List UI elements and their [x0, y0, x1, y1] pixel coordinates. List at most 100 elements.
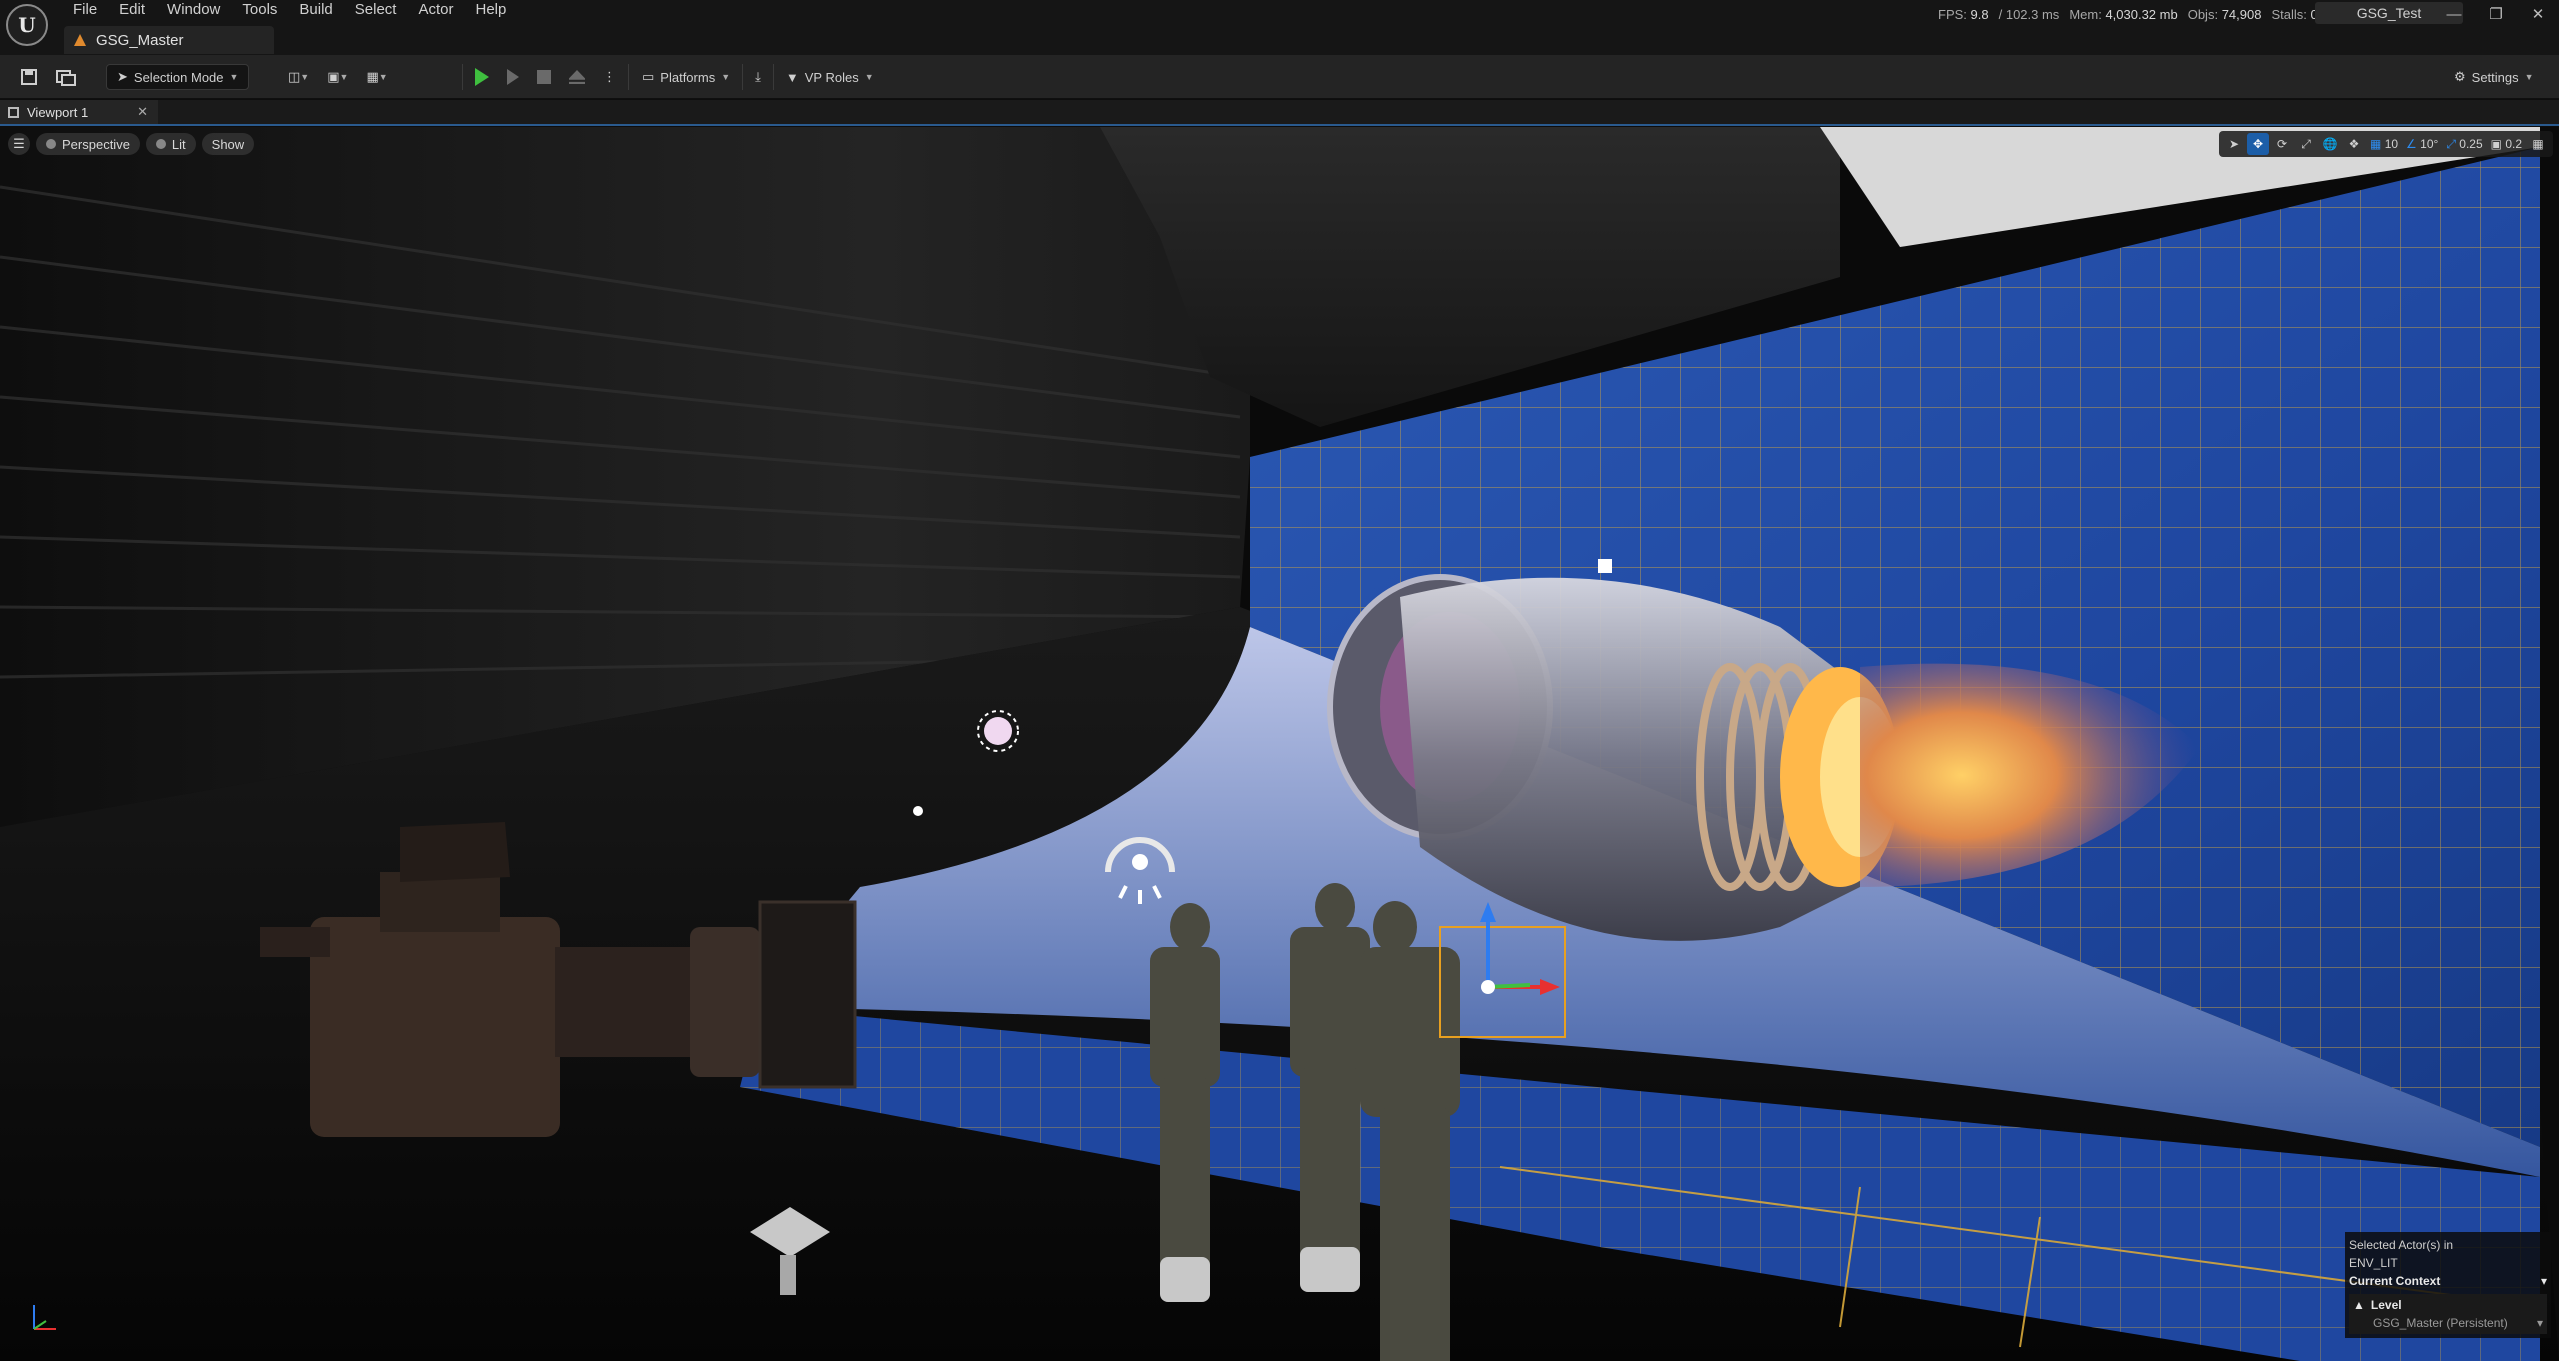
- level-tab-label: GSG_Master: [96, 31, 184, 49]
- selected-actor-label: Selected Actor(s) in: [2349, 1238, 2454, 1252]
- close-icon[interactable]: ✕: [2517, 0, 2559, 28]
- play-icon: [475, 68, 489, 86]
- platforms-icon: ▭: [642, 69, 655, 84]
- surface-snap-icon[interactable]: ❖: [2343, 133, 2365, 155]
- rotation-snap-button[interactable]: ∠ 10°: [2403, 133, 2441, 155]
- chevron-down-icon: ▼: [864, 72, 874, 82]
- lit-icon: [155, 139, 166, 149]
- minimize-icon[interactable]: —: [2433, 0, 2475, 28]
- level-icon: ▲: [2353, 1298, 2365, 1312]
- toolbar-divider: [742, 64, 744, 90]
- grid-snap-value: 10: [2384, 137, 2399, 151]
- vp-roles-dropdown[interactable]: ▼ VP Roles ▼: [780, 64, 880, 90]
- window-controls: — ❐ ✕: [2433, 0, 2559, 28]
- mem-stat: Mem: 4,030.32 mb: [2069, 7, 2178, 22]
- source-control-button[interactable]: ⤓: [749, 64, 767, 90]
- add-actor-icon: ◫: [288, 69, 301, 84]
- viewport-left-toolbar: ☰ Perspective Lit Show: [8, 133, 255, 155]
- save-button[interactable]: [14, 64, 44, 90]
- menu-edit[interactable]: Edit: [108, 0, 156, 20]
- level-document-tab[interactable]: GSG_Master: [64, 26, 274, 54]
- play-options-button[interactable]: ⋮: [597, 64, 622, 90]
- stop-button[interactable]: [531, 64, 557, 90]
- chevron-down-icon: ▼: [229, 72, 239, 82]
- scale-snap-button[interactable]: ⤢ 0.25: [2443, 133, 2485, 155]
- frame-ms-stat: / 102.3 ms: [1998, 7, 2060, 22]
- level-icon: [74, 34, 86, 46]
- level-label: Level: [2370, 1298, 2402, 1312]
- grid-snap-icon: ▦: [2370, 137, 2382, 151]
- menu-file[interactable]: File: [62, 0, 108, 20]
- world-space-icon[interactable]: 🌐: [2319, 133, 2341, 155]
- translate-icon[interactable]: ✥: [2247, 133, 2269, 155]
- scale-snap-value: 0.25: [2459, 137, 2483, 151]
- performance-stats: FPS: 9.8 / 102.3 ms Mem: 4,030.32 mb Obj…: [1938, 7, 2318, 22]
- rotate-icon[interactable]: ⟳: [2271, 133, 2293, 155]
- play-button[interactable]: [469, 64, 495, 90]
- scale-icon[interactable]: ⤢: [2295, 133, 2317, 155]
- selection-mode-dropdown[interactable]: ➤ Selection Mode ▼: [106, 64, 250, 90]
- content-browser-icon: [56, 70, 76, 86]
- selected-actor-layer: ENV_LIT: [2349, 1256, 2398, 1270]
- add-actor-button[interactable]: ◫ ▼: [282, 64, 315, 90]
- menu-help[interactable]: Help: [465, 0, 518, 20]
- hamburger-icon: ☰: [13, 136, 25, 151]
- select-mode-icon[interactable]: ➤: [2223, 133, 2245, 155]
- chevron-down-icon: ▼: [2524, 72, 2534, 82]
- perspective-button[interactable]: Perspective: [36, 133, 140, 155]
- viewport-tab-label: Viewport 1: [27, 104, 89, 120]
- level-viewport[interactable]: ☰ Perspective Lit Show ➤ ✥ ⟳ ⤢ 🌐 ❖ ▦ 10 …: [0, 127, 2559, 1361]
- lit-label: Lit: [171, 136, 186, 152]
- lit-button[interactable]: Lit: [145, 133, 196, 155]
- cinematics-button[interactable]: ▦ ▼: [360, 64, 393, 90]
- selection-mode-label: Selection Mode: [133, 69, 224, 85]
- step-icon: [507, 69, 519, 85]
- axis-indicator: [33, 1305, 56, 1330]
- vp-roles-icon: ▼: [785, 69, 799, 85]
- eject-icon: [569, 70, 585, 84]
- grid-snap-button[interactable]: ▦ 10: [2367, 133, 2401, 155]
- show-button[interactable]: Show: [201, 133, 255, 155]
- chevron-down-icon: ▾: [2536, 1316, 2543, 1330]
- content-browser-button[interactable]: [50, 64, 82, 90]
- menu-build[interactable]: Build: [288, 0, 343, 20]
- current-context-dropdown[interactable]: Current Context ▾: [2349, 1272, 2547, 1290]
- chevron-down-icon: ▼: [300, 72, 310, 82]
- viewport-menu-button[interactable]: ☰: [8, 133, 30, 155]
- gear-icon: ⚙: [2454, 69, 2466, 84]
- settings-label: Settings: [2471, 69, 2519, 85]
- blueprint-icon: ▣: [327, 69, 340, 84]
- restore-icon[interactable]: ❐: [2475, 0, 2517, 28]
- advance-frame-button[interactable]: [501, 64, 525, 90]
- perspective-label: Perspective: [62, 136, 130, 152]
- title-bar: U File Edit Window Tools Build Select Ac…: [0, 0, 2559, 55]
- blueprint-button[interactable]: ▣ ▼: [321, 64, 354, 90]
- camera-speed-button[interactable]: ▣ 0.2: [2488, 133, 2525, 155]
- settings-dropdown[interactable]: ⚙ Settings ▼: [2448, 64, 2540, 90]
- chevron-down-icon: ▼: [378, 72, 388, 82]
- main-toolbar: ➤ Selection Mode ▼ ◫ ▼ ▣ ▼ ▦ ▼ ⋮ ▭ Platform…: [0, 55, 2559, 99]
- clapper-icon: ▦: [366, 69, 379, 84]
- main-menu: File Edit Window Tools Build Select Acto…: [62, 0, 517, 20]
- eject-button[interactable]: [563, 64, 591, 90]
- menu-tools[interactable]: Tools: [231, 0, 288, 20]
- perspective-icon: [46, 139, 56, 149]
- menu-actor[interactable]: Actor: [407, 0, 464, 20]
- close-tab-icon[interactable]: ✕: [137, 104, 148, 120]
- viewport-layout-icon[interactable]: ▦: [2527, 133, 2549, 155]
- toolbar-divider: [628, 64, 629, 90]
- menu-window[interactable]: Window: [156, 0, 231, 20]
- stalls-stat: Stalls: 0: [2271, 7, 2317, 22]
- viewport-right-toolbar: ➤ ✥ ⟳ ⤢ 🌐 ❖ ▦ 10 ∠ 10° ⤢ 0.25 ▣ 0.2 ▦: [2219, 131, 2553, 157]
- show-label: Show: [211, 136, 245, 152]
- scene-render: [0, 127, 2559, 1361]
- selected-actor-panel: Selected Actor(s) in ENV_LIT Current Con…: [2345, 1232, 2551, 1338]
- menu-select[interactable]: Select: [344, 0, 408, 20]
- level-section: ▲ Level GSG_Master (Persistent) ▾: [2349, 1294, 2547, 1334]
- rotation-snap-value: 10°: [2420, 137, 2439, 151]
- viewport-tab[interactable]: Viewport 1 ✕: [0, 100, 158, 124]
- platforms-dropdown[interactable]: ▭ Platforms ▼: [636, 64, 736, 90]
- level-dropdown[interactable]: GSG_Master (Persistent) ▾: [2353, 1314, 2543, 1332]
- unreal-logo-icon[interactable]: U: [6, 4, 48, 46]
- camera-icon: ▣: [2490, 137, 2502, 151]
